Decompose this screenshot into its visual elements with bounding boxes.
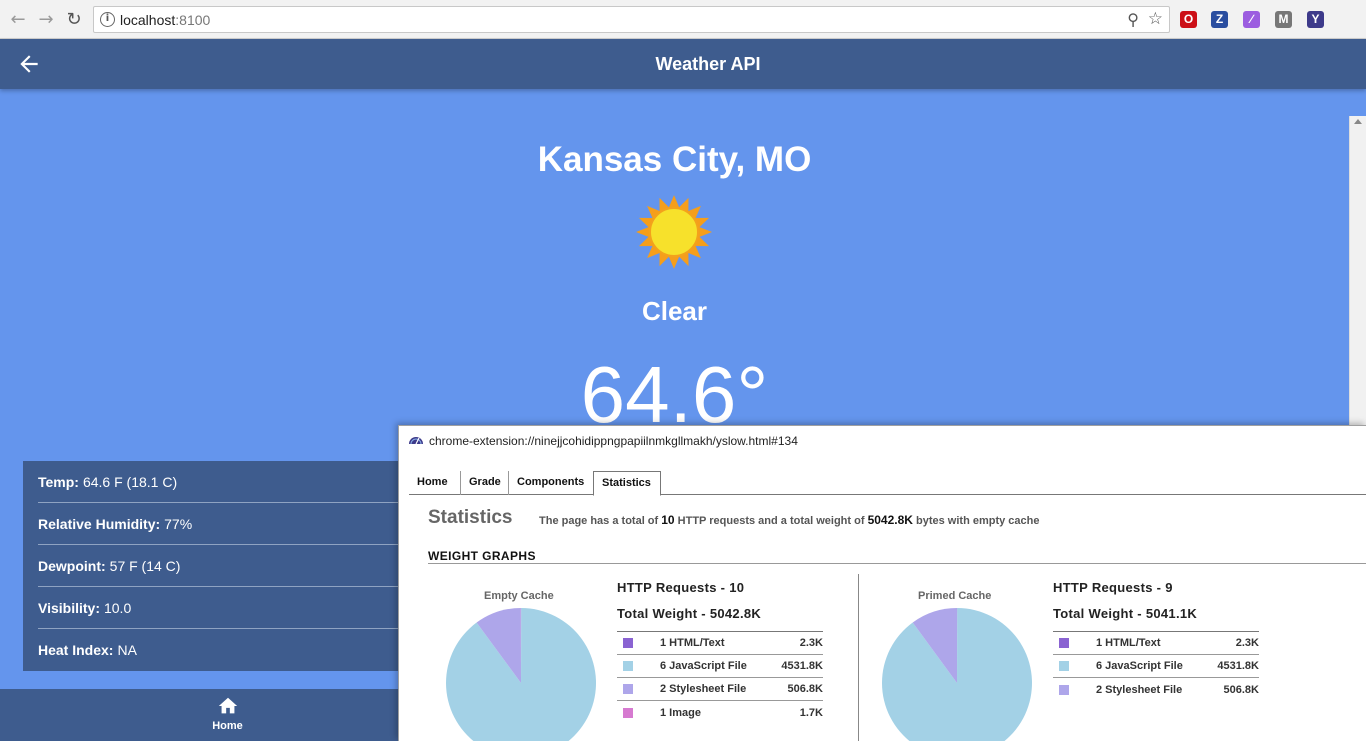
weather-details-card: Temp: 64.6 F (18.1 C) Relative Humidity: 77… [23,461,403,671]
legend-swatch [623,684,633,694]
city-name: Kansas City, MO [537,140,812,179]
browser-toolbar: ← → ↻ i localhost:8100 ⚲ ☆ O Z ∕ M Y [0,0,1366,39]
weather-condition: Clear [641,296,708,326]
tab-grade[interactable]: Grade [461,471,509,495]
forward-icon[interactable]: → [35,8,57,30]
popup-url: chrome-extension://ninejjcohidippngpapii… [429,434,798,448]
tab-home-label: Home [212,720,243,732]
primed-cache-table: HTTP Requests - 9 Total Weight - 5041.1K… [1053,580,1259,701]
tab-statistics[interactable]: Statistics [593,471,661,496]
component-type: 2 Stylesheet File [660,683,747,695]
component-row: 1 HTML/Text 2.3K [1053,632,1259,655]
home-icon [218,697,237,714]
detail-label: Visibility: [38,599,100,616]
component-type: 1 HTML/Text [660,637,725,649]
detail-value: 64.6 F (18.1 C) [82,473,178,490]
popup-titlebar: chrome-extension://ninejjcohidippngpapii… [399,426,1366,456]
sun-weather-icon [636,195,712,269]
yslow-extension-icon[interactable]: Y [1307,11,1324,28]
detail-row: Temp: 64.6 F (18.1 C) [38,461,403,503]
graph-divider [858,574,859,741]
tab-home[interactable]: Home [409,471,461,495]
component-type: 1 Image [660,706,701,719]
detail-row: Dewpoint: 57 F (14 C) [38,545,403,587]
component-size: 2.3K [799,637,823,649]
page-scrollbar[interactable] [1349,116,1366,446]
detail-row: Heat Index: NA [38,629,403,671]
primed-cache-pie-chart [882,607,1032,741]
detail-row: Visibility: 10.0 [38,587,403,629]
empty-total-weight: Total Weight - 5042.8K [617,606,823,632]
empty-requests-count: HTTP Requests - 10 [617,580,745,595]
detail-row: Relative Humidity: 77% [38,503,403,545]
primed-cache-label: Primed Cache [918,590,992,602]
component-size: 4531.8K [1217,660,1259,672]
bookmark-star-icon[interactable]: ☆ [1148,9,1163,29]
component-size: 4531.8K [781,660,823,672]
component-row: 1 HTML/Text 2.3K [617,632,823,655]
legend-swatch [623,638,633,648]
statistics-heading: Statistics [428,507,513,528]
detail-label: Dewpoint: [38,557,106,574]
legend-swatch [1059,638,1069,648]
scroll-up-icon[interactable] [1354,119,1362,124]
app-header: Weather API [0,39,1366,89]
yslow-logo-icon [409,437,423,445]
component-row: 1 Image 1.7K [617,701,823,724]
detail-value: 77% [164,515,193,532]
reload-icon[interactable]: ↻ [63,8,85,30]
divider [428,563,1366,564]
feather-icon[interactable]: ∕ [1243,11,1260,28]
component-type: 6 JavaScript File [660,660,747,672]
detail-label: Relative Humidity: [38,515,161,532]
detail-value: 10.0 [103,599,132,616]
site-info-icon[interactable]: i [100,12,115,27]
component-row: 2 Stylesheet File 506.8K [617,678,823,701]
component-type: 6 JavaScript File [1096,660,1183,672]
z-extension-icon[interactable]: Z [1211,11,1228,28]
yslow-tab-strip: Home Grade Components Statistics [409,471,1366,496]
tab-components[interactable]: Components [509,471,593,495]
weight-graphs-heading: WEIGHT GRAPHS [428,549,536,563]
empty-cache-pie-chart [446,607,596,741]
detail-label: Temp: [38,473,79,490]
zoom-icon[interactable]: ⚲ [1127,10,1139,29]
detail-value: 57 F (14 C) [109,557,181,574]
opera-icon[interactable]: O [1180,11,1197,28]
primed-total-weight: Total Weight - 5041.1K [1053,606,1259,632]
component-row: 6 JavaScript File 4531.8K [1053,655,1259,678]
empty-cache-label: Empty Cache [484,590,554,602]
detail-label: Heat Index: [38,642,114,658]
component-size: 506.8K [1223,683,1259,696]
primed-requests-count: HTTP Requests - 9 [1053,580,1173,595]
page-title: Weather API [655,54,761,74]
component-row: 2 Stylesheet File 506.8K [1053,678,1259,701]
address-bar[interactable]: i localhost:8100 ⚲ ☆ [93,6,1170,33]
legend-swatch [623,661,633,671]
empty-cache-table: HTTP Requests - 10 Total Weight - 5042.8… [617,580,823,724]
total-weight: 5042.8K [867,513,913,527]
component-type: 2 Stylesheet File [1096,683,1183,696]
component-size: 1.7K [799,706,823,719]
m-extension-icon[interactable]: M [1275,11,1292,28]
legend-swatch [623,707,633,718]
legend-swatch [1059,684,1069,695]
tab-home[interactable]: Home [190,695,265,732]
statistics-summary: The page has a total of 10 HTTP requests… [539,513,1040,527]
detail-value: NA [117,642,137,658]
yslow-popup-window: chrome-extension://ninejjcohidippngpapii… [398,425,1366,741]
legend-swatch [1059,661,1069,671]
component-type: 1 HTML/Text [1096,637,1161,649]
component-size: 2.3K [1235,637,1259,649]
total-requests: 10 [661,513,675,527]
url-text: localhost:8100 [120,12,211,28]
component-row: 6 JavaScript File 4531.8K [617,655,823,678]
component-size: 506.8K [787,683,823,695]
back-icon[interactable]: ← [7,8,29,30]
